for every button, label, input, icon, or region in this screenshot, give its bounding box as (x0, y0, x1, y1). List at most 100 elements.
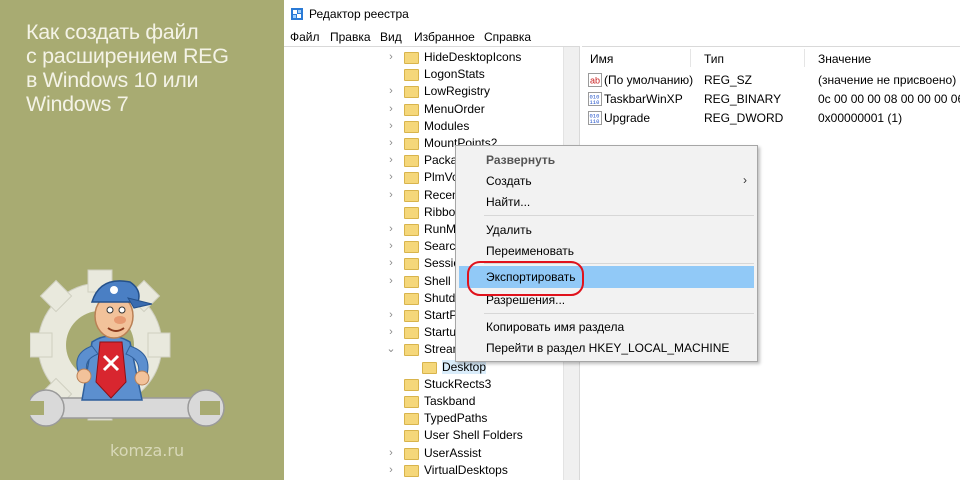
tree-item-label: HideDesktopIcons (424, 50, 522, 64)
folder-icon (404, 310, 419, 322)
tree-item[interactable]: › Modules (284, 118, 564, 135)
value-name: TaskbarWinXP (604, 92, 683, 106)
banner-title-line-3: в Windows 10 или (26, 68, 199, 92)
chevron-down-icon[interactable]: ⌄ (386, 341, 396, 358)
chevron-right-icon[interactable]: › (386, 118, 396, 135)
chevron-right-icon[interactable]: › (386, 101, 396, 118)
folder-icon (404, 224, 419, 236)
dword-value-icon: 010 110 (588, 111, 602, 125)
tree-item-label: StartP (424, 308, 458, 322)
menu-favorites[interactable]: Избранное (414, 30, 475, 44)
tree-item[interactable]: › VirtualDesktops (284, 462, 564, 479)
tree-item[interactable]: › HideDesktopIcons (284, 49, 564, 66)
menu-item-expand[interactable]: Развернуть (456, 149, 757, 171)
tree-item[interactable]: LogonStats (284, 66, 564, 83)
folder-icon (404, 258, 419, 271)
column-header-name[interactable]: Имя (590, 52, 613, 66)
folder-icon (404, 172, 419, 185)
registry-editor-icon (291, 8, 303, 20)
folder-icon (404, 275, 419, 288)
banner: Как создать файл с расширением REG в Win… (0, 0, 284, 480)
tree-item[interactable]: User Shell Folders (284, 427, 564, 444)
chevron-right-icon[interactable]: › (386, 83, 396, 100)
chevron-right-icon[interactable]: › (386, 49, 396, 66)
tree-item[interactable]: › LowRegistry (284, 83, 564, 100)
folder-icon (404, 120, 419, 133)
menu-item-goto-hklm[interactable]: Перейти в раздел HKEY_LOCAL_MACHINE (456, 337, 757, 359)
menu-item-label: Копировать имя раздела (486, 320, 625, 334)
chevron-right-icon[interactable]: › (386, 238, 396, 255)
chevron-right-icon[interactable] (386, 376, 396, 393)
column-header-type[interactable]: Тип (704, 52, 724, 66)
chevron-right-icon[interactable] (386, 410, 396, 427)
binary-value-icon: 010 110 (588, 92, 602, 106)
banner-title-line-2: с расширением REG (26, 44, 229, 68)
tree-item[interactable]: TypedPaths (284, 410, 564, 427)
chevron-right-icon[interactable]: › (386, 273, 396, 290)
chevron-right-icon[interactable]: › (386, 135, 396, 152)
chevron-right-icon[interactable] (386, 204, 396, 221)
chevron-right-icon: › (743, 173, 747, 187)
menu-item-copy-key-name[interactable]: Копировать имя раздела (456, 316, 757, 338)
chevron-right-icon[interactable] (386, 427, 396, 444)
chevron-right-icon[interactable] (386, 290, 396, 307)
chevron-right-icon[interactable]: › (386, 462, 396, 479)
menu-help[interactable]: Справка (484, 30, 531, 44)
tree-item-label: PlmVo (424, 170, 459, 185)
folder-icon (404, 69, 419, 82)
chevron-right-icon[interactable] (404, 359, 414, 376)
value-row[interactable]: 010 110 Upgrade REG_DWORD 0x00000001 (1) (582, 109, 960, 128)
chevron-right-icon[interactable]: › (386, 221, 396, 238)
folder-icon (404, 292, 419, 305)
tree-item-label: MenuOrder (424, 101, 485, 116)
context-menu: Развернуть Создать › Найти... Удалить Пе… (455, 145, 758, 362)
column-header-value[interactable]: Значение (818, 52, 871, 66)
folder-icon (404, 155, 419, 168)
folder-icon (404, 327, 419, 340)
svg-text:110: 110 (590, 118, 600, 125)
menu-item-rename[interactable]: Переименовать (456, 240, 757, 262)
tree-item[interactable]: › UserAssist (284, 445, 564, 462)
menu-file[interactable]: Файл (290, 30, 320, 44)
menu-item-create[interactable]: Создать › (456, 170, 757, 192)
highlight-ring (467, 261, 584, 296)
menu-item-label: Создать (486, 174, 532, 188)
chevron-right-icon[interactable] (386, 66, 396, 83)
chevron-right-icon[interactable]: › (386, 152, 396, 169)
column-divider[interactable] (804, 49, 805, 67)
menu-bar: Файл Правка Вид Избранное Справка (284, 28, 960, 46)
menu-item-find[interactable]: Найти... (456, 191, 757, 213)
tree-item[interactable]: StuckRects3 (284, 376, 564, 393)
svg-text:110: 110 (590, 99, 600, 106)
tree-item-label: Shutd (424, 290, 456, 305)
menu-edit[interactable]: Правка (330, 30, 371, 44)
value-row[interactable]: ab (По умолчанию) REG_SZ (значение не пр… (582, 71, 960, 90)
menu-view[interactable]: Вид (380, 30, 402, 44)
menu-separator (484, 215, 754, 216)
chevron-right-icon[interactable]: › (386, 187, 396, 204)
value-data: (значение не присвоено) (818, 73, 957, 87)
folder-icon (404, 413, 419, 426)
value-type: REG_BINARY (704, 92, 782, 106)
tree-item-label: Packa (424, 153, 458, 168)
chevron-right-icon[interactable]: › (386, 169, 396, 186)
chevron-right-icon[interactable]: › (386, 445, 396, 462)
chevron-right-icon[interactable]: › (386, 307, 396, 324)
folder-icon (404, 396, 419, 408)
menu-item-label: Удалить (486, 223, 532, 237)
tree-item-label: VirtualDesktops (424, 462, 508, 477)
chevron-right-icon[interactable]: › (386, 324, 396, 341)
column-divider[interactable] (690, 49, 691, 67)
value-row[interactable]: 010 110 TaskbarWinXP REG_BINARY 0c 00 00… (582, 90, 960, 109)
tree-item[interactable]: Taskband (284, 393, 564, 410)
folder-icon (404, 378, 419, 391)
tree-item[interactable]: › MenuOrder (284, 101, 564, 118)
tree-item-label: LowRegistry (424, 84, 491, 99)
chevron-right-icon[interactable] (386, 393, 396, 410)
tree-item-label: Modules (424, 118, 470, 133)
tree-item-label: Ribbo (424, 204, 456, 219)
menu-item-delete[interactable]: Удалить (456, 219, 757, 241)
chevron-right-icon[interactable]: › (386, 255, 396, 272)
menu-item-label: Развернуть (486, 153, 556, 167)
title-bar[interactable]: Редактор реестра (284, 0, 960, 28)
